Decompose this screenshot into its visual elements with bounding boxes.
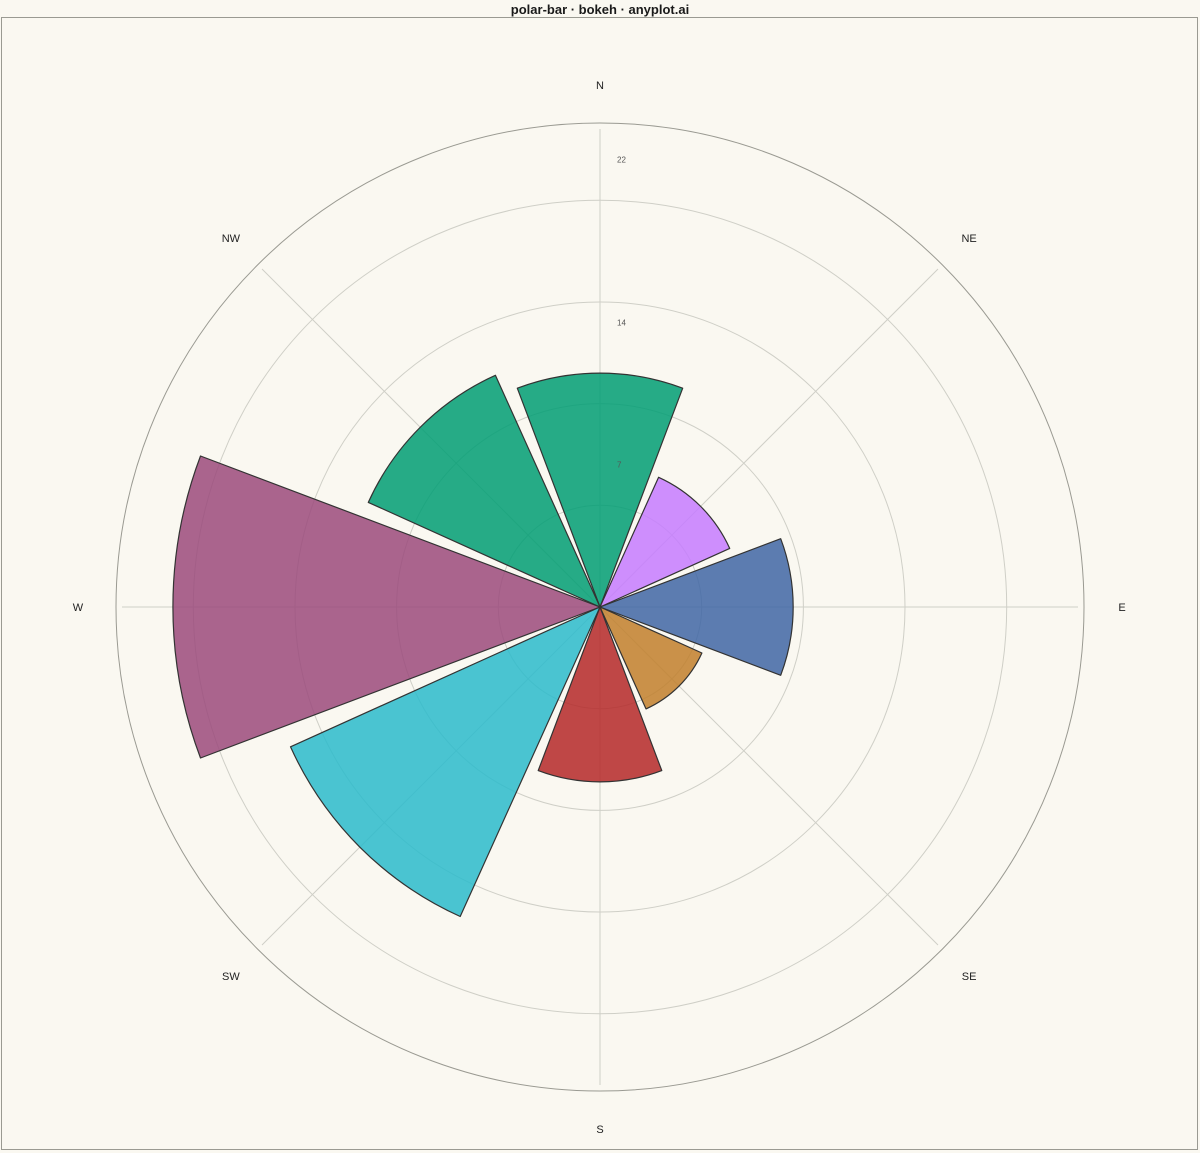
direction-label-ne: NE	[961, 233, 976, 245]
radial-tick-label: 22	[617, 156, 626, 165]
direction-label-e: E	[1118, 602, 1125, 614]
radial-tick-label: 14	[617, 318, 626, 327]
direction-label-n: N	[596, 80, 604, 92]
direction-label-se: SE	[962, 971, 977, 983]
direction-label-s: S	[596, 1124, 603, 1136]
bar-layer	[172, 372, 794, 918]
direction-label-w: W	[73, 602, 84, 614]
radial-tick-label: 7	[617, 461, 622, 470]
direction-label-nw: NW	[222, 233, 241, 245]
polar-bar-chart: 7 14 22 N NE E SE S SW W NW	[73, 80, 1126, 1136]
direction-label-sw: SW	[222, 971, 240, 983]
